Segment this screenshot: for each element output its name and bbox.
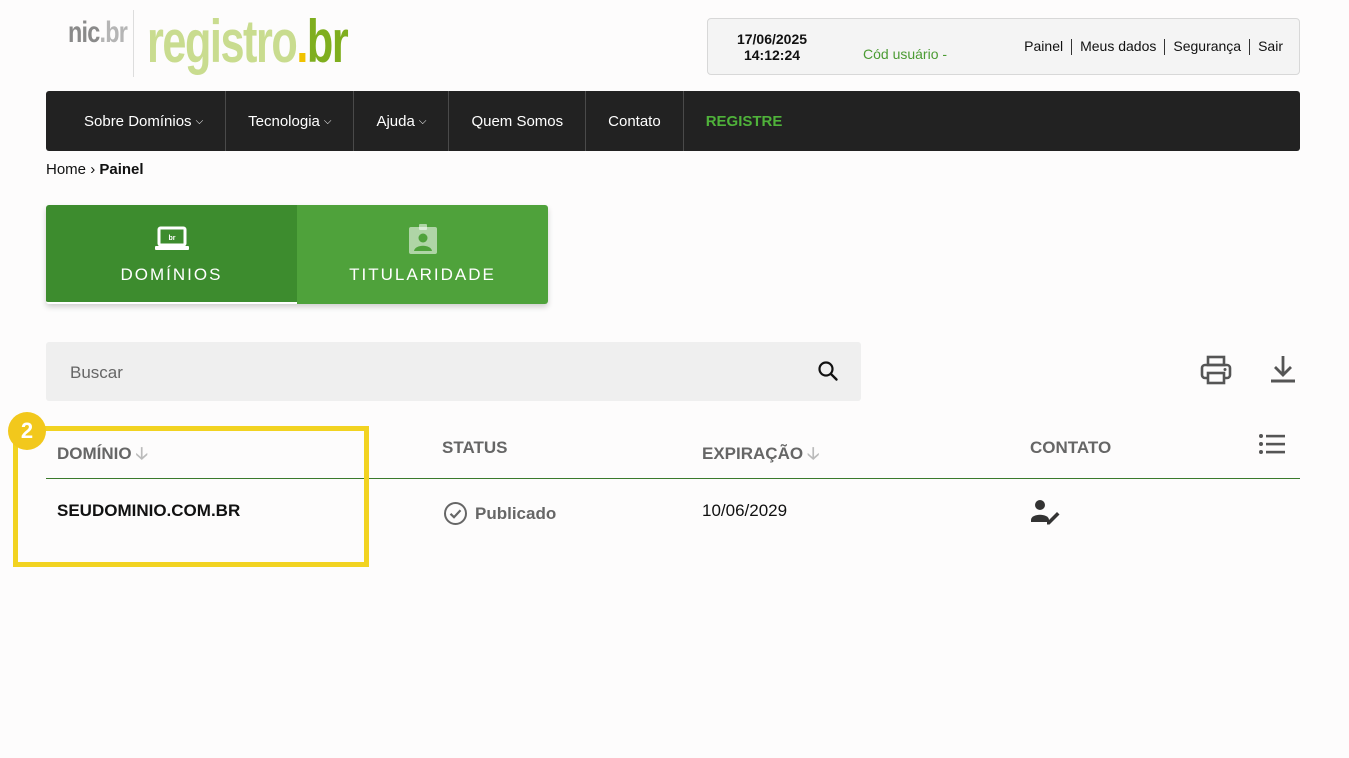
nav-label: Ajuda: [376, 112, 415, 130]
nav-label: REGISTRE: [705, 112, 783, 130]
session-date: 17/06/2025: [736, 31, 808, 47]
nav-label: Quem Somos: [471, 112, 564, 130]
link-separator: [1164, 39, 1166, 55]
link-seguranca[interactable]: Segurança: [1173, 38, 1241, 55]
nav-tecnologia[interactable]: Tecnologia ⌵: [226, 91, 355, 151]
breadcrumb: Home › Painel: [46, 161, 144, 178]
link-separator: [1071, 39, 1073, 55]
link-painel[interactable]: Painel: [1024, 38, 1063, 55]
print-icon[interactable]: [1200, 354, 1232, 386]
step-badge: 2: [8, 412, 46, 450]
search-input[interactable]: [68, 342, 812, 403]
tab-dominios[interactable]: br DOMÍNIOS: [46, 205, 297, 304]
nav-contato[interactable]: Contato: [586, 91, 684, 151]
sort-arrow-down-icon[interactable]: 🡣: [807, 444, 819, 463]
user-info-box: 17/06/2025 14:12:24 Cód usuário - Painel…: [707, 18, 1300, 75]
col-header-expiration[interactable]: EXPIRAÇÃO 🡣: [702, 441, 819, 470]
chevron-down-icon: ⌵: [323, 115, 332, 127]
user-links: Painel Meus dados Segurança Sair: [1024, 38, 1283, 55]
status-cell: Publicado: [443, 501, 556, 526]
nav-label: Tecnologia: [248, 112, 320, 130]
col-header-status: STATUS: [442, 438, 507, 458]
registro-logo-text: registro: [147, 8, 298, 75]
breadcrumb-current: Painel: [99, 161, 144, 178]
tab-label: DOMÍNIOS: [120, 265, 223, 284]
breadcrumb-home[interactable]: Home: [46, 161, 86, 178]
logo-divider: [133, 10, 134, 77]
nav-ajuda[interactable]: Ajuda ⌵: [354, 91, 450, 151]
tab-label: TITULARIDADE: [349, 265, 496, 284]
tab-titularidade[interactable]: TITULARIDADE: [297, 205, 548, 304]
nav-registre[interactable]: REGISTRE: [684, 91, 805, 151]
session-datetime: 17/06/2025 14:12:24: [731, 31, 813, 63]
col-header-contact: CONTATO: [1030, 438, 1111, 458]
nic-logo-text: nic: [68, 16, 100, 49]
registro-logo-suffix: br: [306, 8, 349, 75]
column-list-icon[interactable]: [1258, 432, 1286, 456]
nic-logo-suffix: .br: [99, 16, 128, 49]
download-icon[interactable]: [1268, 354, 1298, 386]
registro-logo-dot: .: [296, 8, 308, 75]
main-navbar: Sobre Domínios ⌵ Tecnologia ⌵ Ajuda ⌵ Quem …: [46, 91, 1300, 151]
highlight-box: [13, 426, 369, 567]
status-label: Publicado: [475, 503, 557, 523]
search-bar: [46, 342, 861, 403]
link-sair[interactable]: Sair: [1258, 38, 1283, 55]
session-time: 14:12:24: [743, 47, 801, 63]
registro-br-logo[interactable]: registro.br: [147, 4, 349, 80]
user-code: Cód usuário -: [863, 46, 948, 62]
col-header-label: STATUS: [442, 438, 508, 457]
search-icon[interactable]: [817, 360, 839, 382]
laptop-br-icon: br: [154, 226, 189, 250]
check-circle-icon: [444, 502, 467, 525]
person-edit-icon[interactable]: [1030, 499, 1060, 525]
col-header-label: EXPIRAÇÃO: [702, 444, 804, 463]
expiration-cell: 10/06/2029: [702, 501, 788, 520]
badge-person-icon: [408, 224, 437, 254]
nic-br-logo[interactable]: nic.br: [68, 16, 128, 50]
nav-quem-somos[interactable]: Quem Somos: [449, 91, 587, 151]
link-meus-dados[interactable]: Meus dados: [1080, 38, 1156, 55]
nav-label: Contato: [608, 112, 661, 130]
panel-tabs: br DOMÍNIOS TITULARIDADE: [46, 205, 548, 304]
col-header-label: CONTATO: [1030, 438, 1112, 457]
breadcrumb-separator: ›: [90, 161, 96, 178]
link-separator: [1249, 39, 1251, 55]
chevron-down-icon: ⌵: [195, 115, 204, 127]
nav-sobre-dominios[interactable]: Sobre Domínios ⌵: [46, 91, 227, 151]
nav-label: Sobre Domínios: [84, 112, 192, 130]
svg-text:br: br: [168, 235, 175, 242]
chevron-down-icon: ⌵: [418, 115, 427, 127]
